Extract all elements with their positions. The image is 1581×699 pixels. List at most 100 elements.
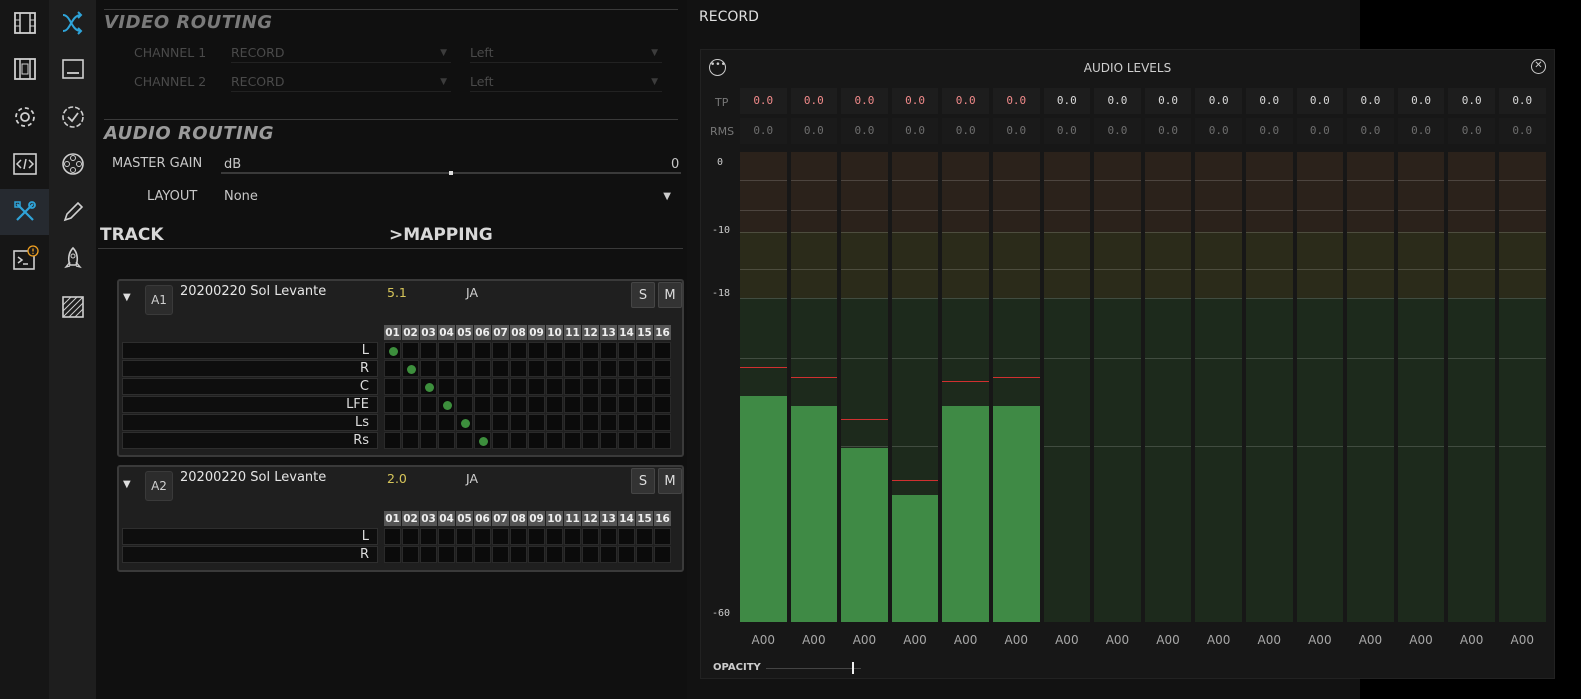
solo-button[interactable]: S <box>631 282 655 308</box>
solo-button[interactable]: S <box>631 468 655 494</box>
mapping-cell[interactable] <box>654 360 671 377</box>
mapping-cell[interactable] <box>636 528 653 545</box>
mapping-cell[interactable] <box>384 546 401 563</box>
mapping-cell[interactable] <box>420 528 437 545</box>
mapping-cell[interactable] <box>438 414 455 431</box>
mapping-cell[interactable] <box>546 396 563 413</box>
mapping-dot[interactable] <box>407 365 416 374</box>
mapping-cell[interactable] <box>582 528 599 545</box>
mapping-cell[interactable] <box>618 414 635 431</box>
mapping-dot[interactable] <box>425 383 434 392</box>
mapping-cell[interactable] <box>600 396 617 413</box>
mapping-cell[interactable] <box>582 342 599 359</box>
mapping-dot[interactable] <box>461 419 470 428</box>
mapping-cell[interactable] <box>546 360 563 377</box>
mapping-cell[interactable] <box>582 432 599 449</box>
mapping-cell[interactable] <box>420 396 437 413</box>
mapping-cell[interactable] <box>618 342 635 359</box>
mapping-column-header[interactable]: >MAPPING <box>389 225 493 245</box>
channel-1-side-select[interactable]: Left ▼ <box>470 43 662 63</box>
mapping-cell[interactable] <box>492 414 509 431</box>
mapping-cell[interactable] <box>384 378 401 395</box>
mapping-cell[interactable] <box>654 342 671 359</box>
slider-handle[interactable] <box>449 171 453 175</box>
subtitle-icon[interactable] <box>49 46 96 92</box>
mapping-cell[interactable] <box>564 432 581 449</box>
mapping-cell[interactable] <box>438 342 455 359</box>
mapping-cell[interactable] <box>528 360 545 377</box>
mapping-cell[interactable] <box>402 342 419 359</box>
mapping-cell[interactable] <box>636 360 653 377</box>
terminal-alert-icon[interactable] <box>0 236 49 282</box>
mapping-cell[interactable] <box>636 342 653 359</box>
mapping-cell[interactable] <box>564 528 581 545</box>
mapping-cell[interactable] <box>456 360 473 377</box>
badge-check-icon[interactable] <box>49 94 96 140</box>
mapping-cell[interactable] <box>510 546 527 563</box>
gear-icon[interactable] <box>0 94 49 140</box>
mapping-cell[interactable] <box>456 378 473 395</box>
mapping-cell[interactable] <box>438 432 455 449</box>
mute-button[interactable]: M <box>658 468 682 494</box>
mapping-cell[interactable] <box>564 378 581 395</box>
mapping-cell[interactable] <box>474 414 491 431</box>
mapping-cell[interactable] <box>402 528 419 545</box>
mapping-cell[interactable] <box>582 360 599 377</box>
mapping-cell[interactable] <box>528 396 545 413</box>
mapping-cell[interactable] <box>528 432 545 449</box>
channel-1-source-select[interactable]: RECORD ▼ <box>231 43 451 63</box>
routing-icon[interactable] <box>49 0 96 46</box>
film-icon[interactable] <box>0 0 49 46</box>
mapping-cell[interactable] <box>600 360 617 377</box>
mapping-cell[interactable] <box>402 378 419 395</box>
mapping-cell[interactable] <box>438 360 455 377</box>
mapping-cell[interactable] <box>636 414 653 431</box>
rocket-icon[interactable] <box>49 236 96 282</box>
mapping-cell[interactable] <box>654 528 671 545</box>
mapping-cell[interactable] <box>546 546 563 563</box>
mapping-cell[interactable] <box>510 360 527 377</box>
mapping-cell[interactable] <box>582 396 599 413</box>
mapping-cell[interactable] <box>564 546 581 563</box>
mapping-cell[interactable] <box>384 360 401 377</box>
mapping-cell[interactable] <box>420 546 437 563</box>
code-icon[interactable] <box>0 141 49 187</box>
mapping-cell[interactable] <box>402 396 419 413</box>
mapping-cell[interactable] <box>618 528 635 545</box>
mapping-cell[interactable] <box>654 414 671 431</box>
mapping-cell[interactable] <box>582 546 599 563</box>
layout-select[interactable]: None ▼ <box>221 186 681 208</box>
mapping-cell[interactable] <box>636 396 653 413</box>
mapping-cell[interactable] <box>510 342 527 359</box>
mapping-cell[interactable] <box>474 396 491 413</box>
mapping-cell[interactable] <box>564 396 581 413</box>
mapping-cell[interactable] <box>456 528 473 545</box>
mapping-cell[interactable] <box>528 546 545 563</box>
mapping-cell[interactable] <box>654 546 671 563</box>
mapping-cell[interactable] <box>492 546 509 563</box>
mapping-cell[interactable] <box>636 546 653 563</box>
collapse-caret-icon[interactable]: ▼ <box>123 292 131 303</box>
mapping-cell[interactable] <box>564 414 581 431</box>
mapping-cell[interactable] <box>510 378 527 395</box>
mapping-cell[interactable] <box>546 432 563 449</box>
mapping-cell[interactable] <box>546 528 563 545</box>
mapping-cell[interactable] <box>618 396 635 413</box>
mapping-cell[interactable] <box>438 528 455 545</box>
film-reel-icon[interactable] <box>49 141 96 187</box>
mapping-cell[interactable] <box>654 378 671 395</box>
mapping-cell[interactable] <box>492 360 509 377</box>
mapping-cell[interactable] <box>636 378 653 395</box>
mapping-cell[interactable] <box>654 432 671 449</box>
mapping-cell[interactable] <box>546 414 563 431</box>
close-icon[interactable]: ✕ <box>1531 59 1546 74</box>
mapping-cell[interactable] <box>600 432 617 449</box>
mapping-cell[interactable] <box>384 528 401 545</box>
mapping-cell[interactable] <box>564 342 581 359</box>
mapping-cell[interactable] <box>600 378 617 395</box>
mapping-cell[interactable] <box>546 378 563 395</box>
mapping-cell[interactable] <box>492 528 509 545</box>
opacity-slider[interactable] <box>766 662 861 674</box>
mapping-cell[interactable] <box>420 342 437 359</box>
mapping-cell[interactable] <box>438 546 455 563</box>
